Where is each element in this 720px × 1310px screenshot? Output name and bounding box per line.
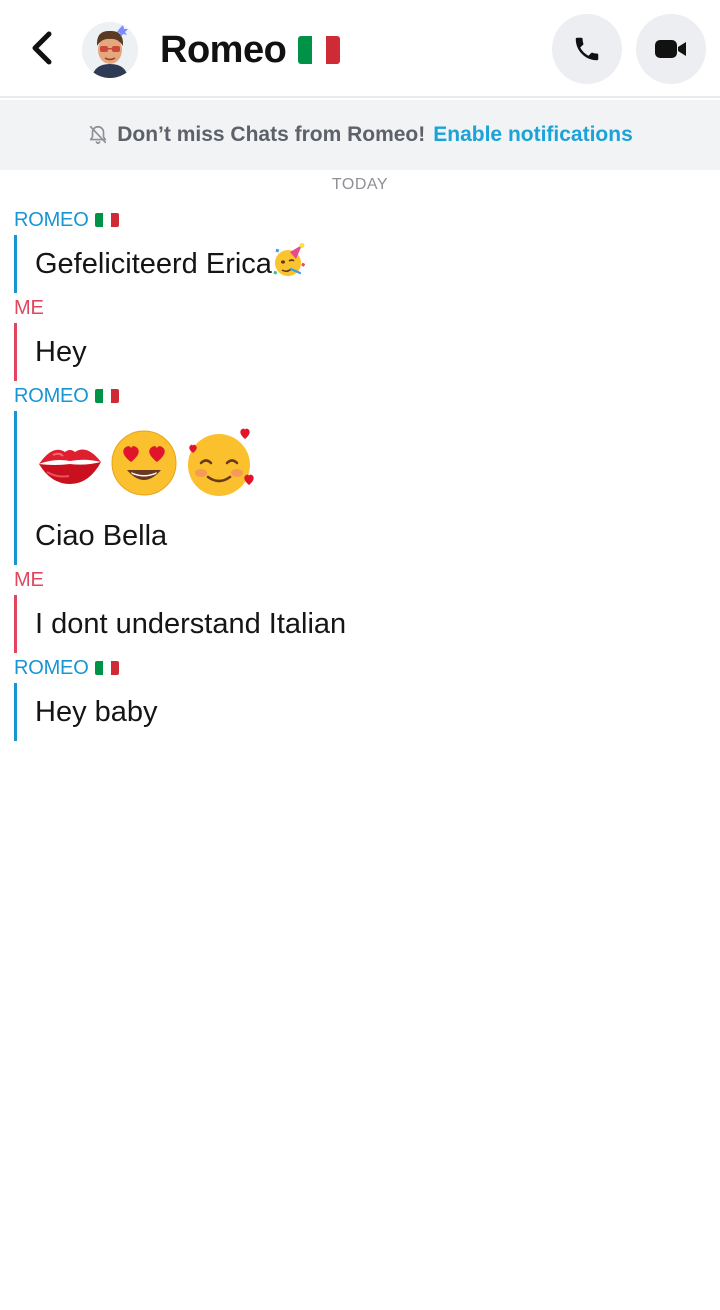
message-group: ROMEO Ciao Bella [0,381,720,565]
message-group: ME Hey [0,293,720,381]
message[interactable]: I dont understand Italian [35,595,720,653]
contact-name: Romeo [160,28,287,71]
bitmoji-avatar-icon [82,22,138,78]
message-group: ME I dont understand Italian [0,565,720,653]
message-text: I dont understand Italian [35,608,347,640]
day-divider: TODAY [331,176,389,193]
sender-label: ME [0,293,720,323]
message-stack: I dont understand Italian [14,595,720,653]
lips-emoji-icon [39,449,101,484]
message-stack: Hey baby [14,683,720,741]
heart-eyes-emoji-icon [111,430,177,496]
smiling-face-with-hearts-emoji-icon [188,428,254,496]
partying-face-emoji-icon [273,243,306,276]
italy-flag-icon [94,661,119,675]
message[interactable]: Gefeliciteerd Erica [35,235,720,293]
chat-thread: ROMEO Gefeliciteerd Erica ME Hey ROMEO C… [0,205,720,741]
message-stack: Hey [14,323,720,381]
emoji-message[interactable] [35,411,720,507]
video-call-button[interactable] [636,14,706,84]
call-button[interactable] [552,14,622,84]
sender-label: ROMEO [0,653,720,683]
back-button[interactable] [22,28,62,68]
message-group: ROMEO Hey baby [0,653,720,741]
avatar[interactable] [82,22,138,78]
italy-flag-icon [298,36,341,64]
message-text: Ciao Bella [35,520,168,552]
sender-label: ROMEO [0,381,720,411]
sender-name: ROMEO [14,208,89,231]
phone-icon [575,37,599,61]
bell-off-icon [90,125,107,145]
chat-header: Romeo [0,0,720,98]
italy-flag-icon [94,213,119,227]
chevron-left-icon [32,31,52,65]
sender-name: ROMEO [14,384,89,407]
italy-flag-icon [94,389,119,403]
enable-notifications-link[interactable]: Enable notifications [433,123,633,147]
message[interactable]: Hey baby [35,683,720,741]
message[interactable]: Ciao Bella [35,507,720,565]
message-text: Hey baby [35,696,158,728]
message-stack: Gefeliciteerd Erica [14,235,720,293]
message-stack: Ciao Bella [14,411,720,565]
message-text: Gefeliciteerd Erica [35,248,272,280]
video-camera-icon [655,40,686,58]
banner-text: Don’t miss Chats from Romeo! [117,123,426,146]
sender-name: ME [14,568,44,591]
sender-label: ROMEO [0,205,720,235]
message-text: Hey [35,336,87,368]
notification-banner: Don’t miss Chats from Romeo! Enable noti… [0,100,720,170]
sender-name: ROMEO [14,656,89,679]
message-group: ROMEO Gefeliciteerd Erica [0,205,720,293]
message[interactable]: Hey [35,323,720,381]
sender-name: ME [14,296,44,319]
chat-title[interactable]: Romeo [160,26,341,74]
sender-label: ME [0,565,720,595]
